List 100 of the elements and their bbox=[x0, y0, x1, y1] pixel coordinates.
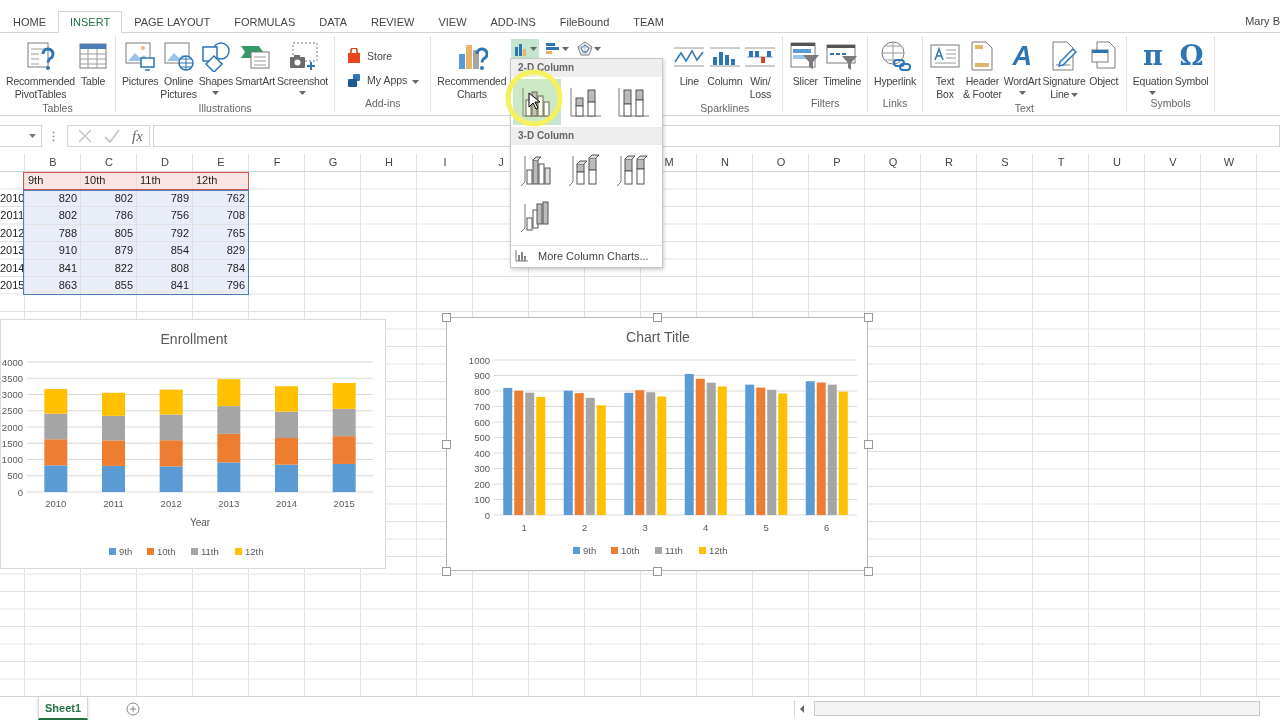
resize-handle[interactable] bbox=[864, 313, 873, 322]
enter-icon[interactable] bbox=[104, 129, 120, 143]
chart[interactable]: Chart Title 0 100 200 300 400 500 600 700 800 900 1000 1 2 3 4 5 6 9th 10th 11th 12th bbox=[446, 317, 868, 571]
axis-label: 6 bbox=[824, 522, 830, 533]
ribbon-tab[interactable]: REVIEW bbox=[359, 11, 427, 33]
ribbon-button[interactable]: Recommended PivotTables bbox=[5, 39, 76, 102]
ribbon-button[interactable]: Table bbox=[76, 39, 110, 89]
ribbon-button[interactable]: Shapes bbox=[197, 39, 235, 96]
bar bbox=[275, 437, 298, 465]
user-name[interactable]: Mary B bbox=[1245, 15, 1280, 32]
insert-function-button[interactable]: fx bbox=[132, 127, 143, 145]
table-cell-text: 2014 bbox=[0, 260, 25, 276]
bar bbox=[332, 382, 356, 409]
axis-label: 2010 bbox=[45, 498, 67, 509]
bar bbox=[275, 411, 298, 438]
ribbon-button[interactable]: Pictures bbox=[121, 39, 160, 89]
bar bbox=[217, 462, 241, 492]
ribbon-button[interactable]: Slicer bbox=[788, 39, 823, 89]
ribbon-tab[interactable]: VIEW bbox=[426, 11, 479, 33]
ribbon-tab[interactable]: INSERT bbox=[58, 11, 123, 33]
chart-type-button[interactable] bbox=[575, 39, 604, 59]
ribbon-button[interactable]: Recommended Charts bbox=[436, 39, 508, 102]
header-letter[interactable]: G bbox=[305, 154, 361, 171]
ribbon-button[interactable]: Column bbox=[706, 39, 744, 89]
header-letter[interactable]: Q bbox=[865, 154, 921, 171]
axis-label: 200 bbox=[474, 478, 490, 490]
ribbon-button[interactable]: My Apps bbox=[344, 71, 422, 89]
table-cell: 841 bbox=[137, 277, 193, 295]
resize-handle[interactable] bbox=[442, 313, 451, 322]
header-letter[interactable]: E bbox=[193, 154, 249, 171]
axis-label: 900 bbox=[474, 370, 490, 381]
section-header: 3-D Column bbox=[511, 127, 662, 145]
ribbon-button[interactable]: Online Pictures bbox=[159, 39, 198, 102]
header-letter[interactable]: C bbox=[81, 154, 137, 171]
chart[interactable]: Enrollment 0 500 1000 1500 2000 2500 3000 3500 4000 2010 2011 2012 2013 2014 2015 Year 9th 10th 11th 12th bbox=[0, 319, 386, 569]
resize-handle[interactable] bbox=[653, 313, 662, 322]
bar bbox=[332, 408, 356, 437]
name-box[interactable] bbox=[0, 125, 42, 147]
header-letter[interactable]: B bbox=[25, 154, 81, 171]
chart-type-button[interactable] bbox=[511, 39, 540, 59]
sheet-tab[interactable]: Sheet1 bbox=[38, 697, 89, 720]
ribbon-button[interactable]: Ω Symbol bbox=[1173, 39, 1210, 89]
header-letter[interactable]: P bbox=[809, 154, 865, 171]
header-letter[interactable]: N bbox=[697, 154, 753, 171]
cancel-icon[interactable] bbox=[78, 129, 92, 143]
header-letter[interactable]: I bbox=[417, 154, 473, 171]
ribbon-button[interactable]: π Equation bbox=[1131, 39, 1174, 96]
header-letter[interactable]: D bbox=[137, 154, 193, 171]
header-letter[interactable]: O bbox=[753, 154, 809, 171]
header-letter[interactable]: R bbox=[921, 154, 977, 171]
legend-label: 11th bbox=[665, 545, 683, 556]
ribbon-button[interactable]: Store bbox=[344, 47, 395, 65]
header-letter[interactable]: V bbox=[1145, 154, 1201, 171]
axis-label: 2 bbox=[582, 522, 588, 533]
header-letter[interactable]: F bbox=[249, 154, 305, 171]
axis-label: 2013 bbox=[218, 498, 240, 509]
scroll-left-icon[interactable] bbox=[798, 703, 806, 714]
ribbon-tab[interactable]: ADD-INS bbox=[478, 11, 548, 33]
legend-item: 9th bbox=[109, 546, 133, 557]
ribbon-tab[interactable]: FORMULAS bbox=[222, 11, 308, 33]
header-letter[interactable]: T bbox=[1033, 154, 1089, 171]
axis-label: 3 bbox=[642, 522, 648, 533]
ribbon-button[interactable]: Line bbox=[672, 39, 707, 89]
caret-icon bbox=[530, 47, 538, 51]
legend-item: 10th bbox=[147, 546, 176, 557]
bar bbox=[217, 433, 241, 463]
table-cell: 855 bbox=[81, 277, 137, 295]
ribbon-button[interactable]: Hyperlink bbox=[873, 39, 917, 89]
ribbon-button[interactable]: Win/ Loss bbox=[743, 39, 778, 102]
header-letter[interactable]: U bbox=[1089, 154, 1145, 171]
ribbon-button[interactable]: Object bbox=[1086, 39, 1121, 89]
ribbon-button[interactable]: A WordArt bbox=[1002, 39, 1042, 96]
header-letter[interactable]: S bbox=[977, 154, 1033, 171]
legend-label: 9th bbox=[119, 546, 133, 557]
header-letter[interactable]: W bbox=[1201, 154, 1257, 171]
more-charts-link[interactable]: More Column Charts... bbox=[511, 245, 662, 267]
ribbon-tab[interactable]: FileBound bbox=[547, 11, 622, 33]
ribbon-button[interactable]: Signature Line bbox=[1041, 39, 1087, 102]
ribbon-button[interactable]: Text Box bbox=[928, 39, 962, 102]
resize-handle[interactable] bbox=[653, 567, 662, 576]
resize-handle[interactable] bbox=[442, 567, 451, 576]
ribbon-tab[interactable]: TEAM bbox=[621, 11, 676, 33]
resize-handle[interactable] bbox=[864, 440, 873, 449]
axis-label: 5 bbox=[763, 522, 769, 533]
resize-handle[interactable] bbox=[864, 567, 873, 576]
axis-label: 1500 bbox=[1, 437, 23, 449]
add-sheet-icon[interactable] bbox=[126, 701, 141, 716]
drag-handle-icon[interactable] bbox=[52, 130, 55, 142]
ribbon-tab[interactable]: HOME bbox=[1, 11, 58, 33]
ribbon-button[interactable]: Header & Footer bbox=[962, 39, 1003, 102]
ribbon-button[interactable]: SmartArt bbox=[234, 39, 276, 89]
chart-option[interactable] bbox=[513, 79, 561, 125]
axis-label: 2014 bbox=[275, 498, 298, 509]
ribbon-tab[interactable]: PAGE LAYOUT bbox=[122, 11, 223, 33]
resize-handle[interactable] bbox=[442, 440, 451, 449]
header-letter[interactable]: H bbox=[361, 154, 417, 171]
axis-label: 2011 bbox=[103, 498, 124, 509]
ribbon-button[interactable]: Timeline bbox=[822, 39, 863, 89]
ribbon-button[interactable]: Screenshot bbox=[275, 39, 330, 96]
ribbon-tab[interactable]: DATA bbox=[307, 11, 359, 33]
